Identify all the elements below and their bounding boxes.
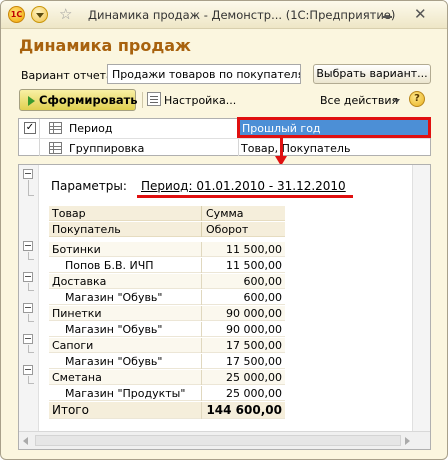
annotation-arrow	[280, 138, 283, 158]
setting-value[interactable]: Товар, Покупатель	[241, 142, 350, 155]
window-title: Динамика продаж - Демонстр... (1С:Предпр…	[88, 8, 396, 22]
table-row[interactable]: Сметана 25 000,00	[49, 370, 285, 385]
table-row[interactable]: Магазин "Продукты" 25 000,00	[49, 386, 285, 401]
row-label: Магазин "Обувь"	[65, 291, 163, 304]
outline-line	[28, 180, 29, 196]
horizontal-scrollbar[interactable]	[19, 431, 430, 449]
column-header: Сумма	[206, 207, 244, 220]
row-label: Доставка	[52, 275, 107, 288]
params-value: Период: 01.01.2010 - 31.12.2010	[141, 179, 346, 193]
collapse-toggle[interactable]	[23, 241, 33, 251]
total-value: 144 600,00	[206, 403, 282, 417]
column-header: Покупатель	[52, 223, 121, 236]
table-row[interactable]: Доставка 600,00	[49, 274, 285, 289]
outline-line	[28, 321, 34, 322]
close-icon[interactable]: ✕	[414, 7, 427, 22]
highlight-annotation-box	[237, 117, 431, 138]
row-label: Магазин "Продукты"	[65, 387, 186, 400]
row-value: 17 500,00	[226, 355, 282, 368]
table-row[interactable]: Пинетки 90 000,00	[49, 306, 285, 321]
row-label: Попов Б.В. ИЧП	[65, 259, 154, 272]
outline-line	[28, 352, 34, 353]
report-window: 1С ☆ Динамика продаж - Демонстр... (1С:П…	[0, 0, 448, 460]
column-header: Оборот	[206, 223, 249, 236]
use-checkbox[interactable]: ✓	[24, 122, 36, 134]
scroll-right-icon[interactable]	[405, 437, 410, 445]
select-variant-button[interactable]: Выбрать вариант...	[313, 64, 431, 84]
row-label: Магазин "Обувь"	[65, 323, 163, 336]
variant-field[interactable]: Продажи товаров по покупателям	[107, 64, 301, 84]
help-icon[interactable]: ?	[409, 91, 425, 107]
highlight-annotation-underline	[137, 195, 353, 198]
row-value: 25 000,00	[226, 387, 282, 400]
collapse-toggle[interactable]	[23, 272, 33, 282]
outline-line	[28, 195, 34, 196]
setting-name: Период	[69, 122, 113, 135]
page-title: Динамика продаж	[19, 36, 191, 55]
table-row[interactable]: Попов Б.В. ИЧП 11 500,00	[49, 258, 285, 273]
row-value: 600,00	[243, 291, 283, 304]
row-label: Пинетки	[52, 307, 102, 320]
generate-button-label: Сформировать	[39, 93, 138, 107]
column-header: Товар	[52, 207, 86, 220]
row-value: 11 500,00	[226, 259, 282, 272]
table-header-row: Товар Сумма	[49, 206, 285, 221]
settings-row-grouping[interactable]: Группировка Товар, Покупатель	[19, 138, 430, 156]
row-value: 17 500,00	[226, 339, 282, 352]
collapse-toggle[interactable]	[23, 334, 33, 344]
variant-label: Вариант отчета:	[21, 69, 117, 82]
grid-icon	[49, 122, 62, 134]
group-gutter	[19, 165, 39, 431]
title-bar: 1С ☆ Динамика продаж - Демонстр... (1С:П…	[1, 1, 447, 29]
row-value: 600,00	[243, 275, 283, 288]
table-row[interactable]: Магазин "Обувь" 600,00	[49, 290, 285, 305]
total-label: Итого	[52, 403, 89, 417]
row-value: 11 500,00	[226, 243, 282, 256]
report-spreadsheet[interactable]: Параметры: Период: 01.01.2010 - 31.12.20…	[18, 164, 431, 450]
settings-icon[interactable]	[147, 92, 161, 106]
column-divider	[201, 206, 202, 221]
1c-logo-icon[interactable]: 1С	[8, 6, 25, 23]
row-label: Сапоги	[52, 339, 94, 352]
table-header-row: Покупатель Оборот	[49, 222, 285, 237]
row-label: Магазин "Обувь"	[65, 355, 163, 368]
settings-button[interactable]: Настройка...	[164, 94, 236, 107]
row-label: Сметана	[52, 371, 102, 384]
minimize-icon[interactable]	[382, 7, 394, 21]
generate-button[interactable]: Сформировать	[19, 89, 138, 111]
play-icon	[28, 96, 35, 106]
grid-icon	[49, 142, 62, 154]
favorite-star-icon[interactable]: ☆	[59, 6, 72, 23]
row-value: 25 000,00	[226, 371, 282, 384]
toolbar-divider	[142, 92, 143, 108]
row-value: 90 000,00	[226, 323, 282, 336]
outline-line	[28, 290, 34, 291]
collapse-toggle[interactable]	[23, 303, 33, 313]
table-row[interactable]: Магазин "Обувь" 17 500,00	[49, 354, 285, 369]
table-row[interactable]: Ботинки 11 500,00	[49, 242, 285, 257]
total-row[interactable]: Итого 144 600,00	[49, 402, 285, 419]
params-label: Параметры:	[51, 179, 127, 193]
table-row[interactable]: Магазин "Обувь" 90 000,00	[49, 322, 285, 337]
column-divider	[201, 222, 202, 237]
scroll-thumb[interactable]	[35, 435, 401, 446]
collapse-toggle[interactable]	[23, 169, 33, 179]
dropdown-arrow-icon[interactable]	[394, 99, 400, 103]
collapse-toggle[interactable]	[23, 365, 33, 375]
row-label: Ботинки	[52, 243, 101, 256]
outline-line	[28, 383, 34, 384]
all-actions-menu[interactable]: Все действия	[320, 94, 398, 107]
outline-line	[28, 259, 34, 260]
setting-name: Группировка	[69, 142, 145, 155]
menu-dropdown-icon[interactable]	[31, 6, 48, 23]
table-row[interactable]: Сапоги 17 500,00	[49, 338, 285, 353]
vertical-scrollbar[interactable]	[412, 165, 430, 431]
row-value: 90 000,00	[226, 307, 282, 320]
scroll-left-icon[interactable]	[23, 437, 28, 445]
